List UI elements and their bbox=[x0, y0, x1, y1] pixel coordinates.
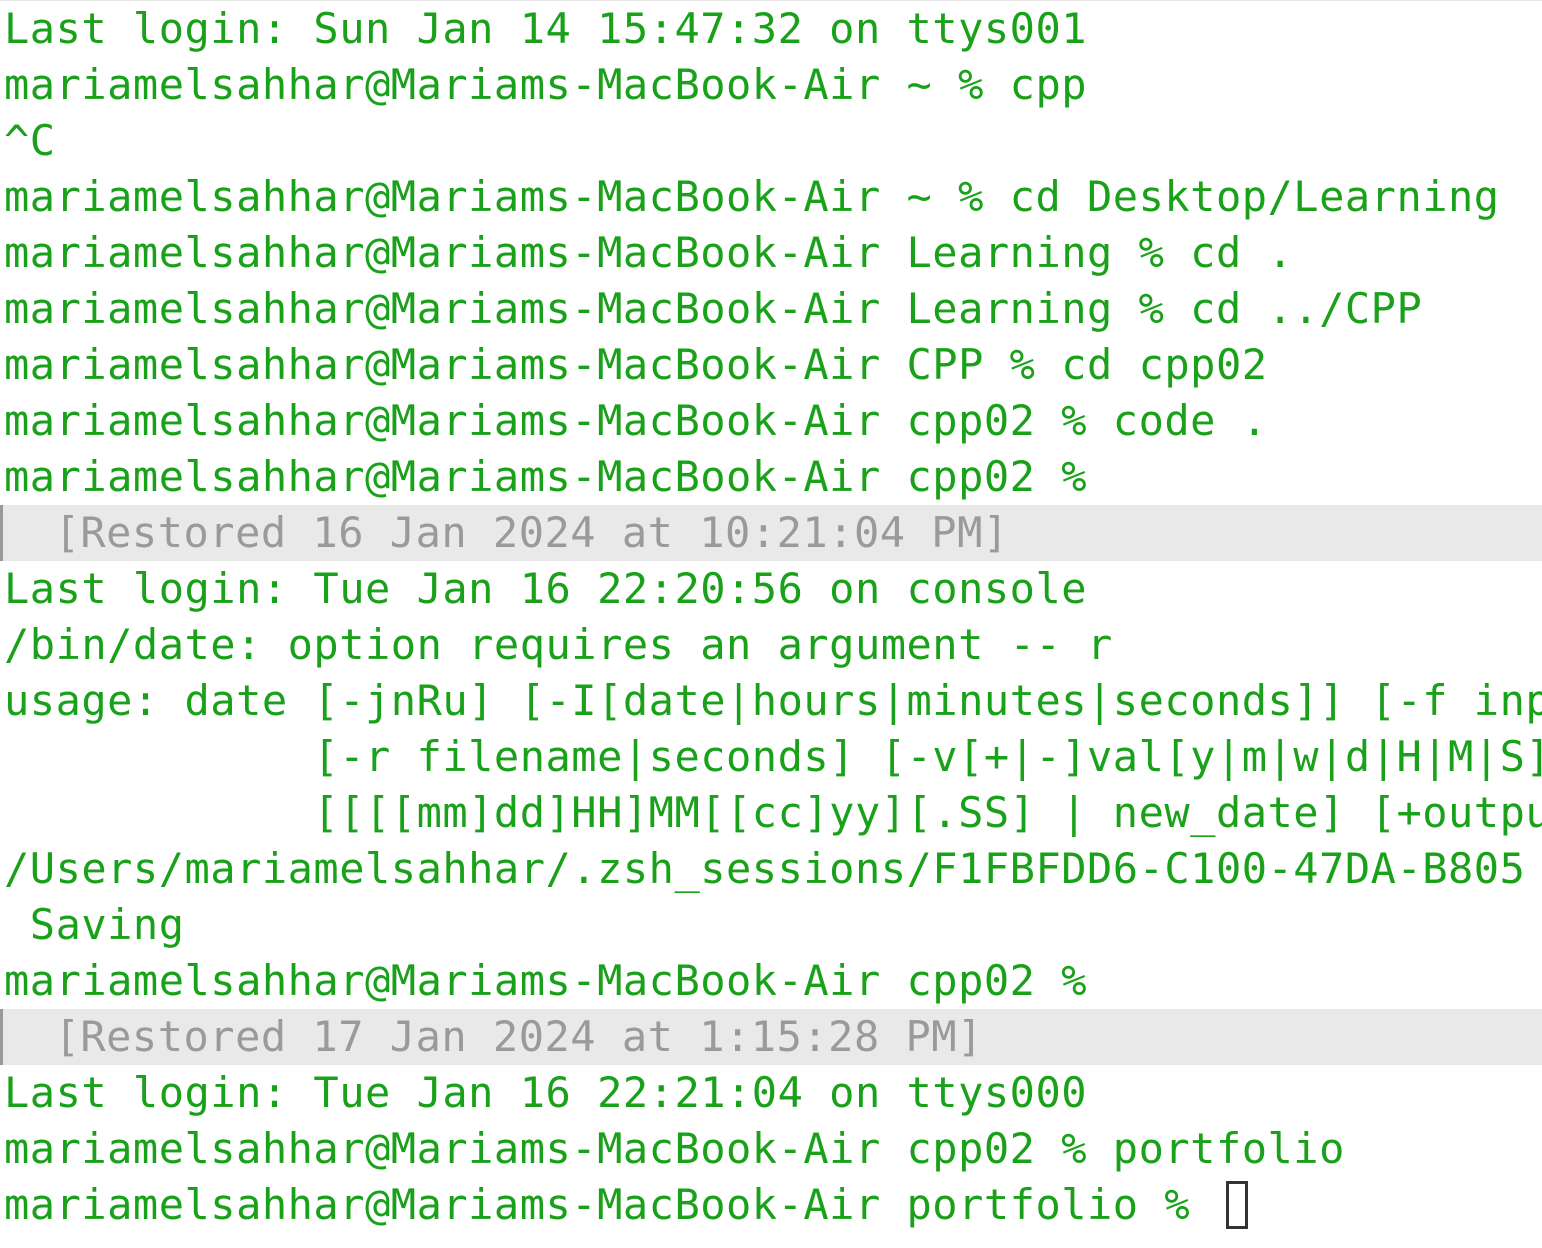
terminal-line-usage: usage: date [-jnRu] [-I[date|hours|minut… bbox=[4, 676, 1542, 725]
terminal-line-session-path: /Users/mariamelsahhar/.zsh_sessions/F1FB… bbox=[4, 844, 1526, 893]
terminal-line-usage: [-r filename|seconds] [-v[+|-]val[y|m|w|… bbox=[4, 732, 1542, 781]
terminal-line-command: mariamelsahhar@Mariams-MacBook-Air ~ % c… bbox=[4, 172, 1500, 221]
terminal-line-usage: [[[[mm]dd]HH]MM[[cc]yy][.SS] | new_date]… bbox=[4, 788, 1542, 837]
terminal-line-command: mariamelsahhar@Mariams-MacBook-Air Learn… bbox=[4, 284, 1423, 333]
restored-session-marker: [Restored 17 Jan 2024 at 1:15:28 PM] bbox=[0, 1009, 1542, 1065]
terminal-window[interactable]: Last login: Sun Jan 14 15:47:32 on ttys0… bbox=[0, 0, 1542, 1248]
text-cursor bbox=[1225, 1180, 1248, 1229]
restored-session-marker: [Restored 16 Jan 2024 at 10:21:04 PM] bbox=[0, 505, 1542, 561]
terminal-line-last-login: Last login: Tue Jan 16 22:20:56 on conso… bbox=[4, 564, 1088, 613]
terminal-line-last-login: Last login: Sun Jan 14 15:47:32 on ttys0… bbox=[4, 4, 1088, 53]
terminal-line-command: mariamelsahhar@Mariams-MacBook-Air ~ % c… bbox=[4, 60, 1088, 109]
terminal-line-active-prompt[interactable]: mariamelsahhar@Mariams-MacBook-Air portf… bbox=[0, 1177, 1542, 1233]
terminal-line-command: mariamelsahhar@Mariams-MacBook-Air CPP %… bbox=[4, 340, 1268, 389]
terminal-line-prompt: mariamelsahhar@Mariams-MacBook-Air cpp02… bbox=[4, 956, 1088, 1005]
terminal-line-interrupt: ^C bbox=[4, 116, 56, 165]
terminal-line-prompt: mariamelsahhar@Mariams-MacBook-Air cpp02… bbox=[4, 452, 1088, 501]
terminal-line-saving: Saving bbox=[4, 900, 185, 949]
active-prompt-text: mariamelsahhar@Mariams-MacBook-Air portf… bbox=[4, 1180, 1216, 1229]
terminal-line-last-login: Last login: Tue Jan 16 22:21:04 on ttys0… bbox=[4, 1068, 1088, 1117]
terminal-line-command: mariamelsahhar@Mariams-MacBook-Air cpp02… bbox=[4, 1124, 1345, 1173]
terminal-line-error: /bin/date: option requires an argument -… bbox=[4, 620, 1113, 669]
terminal-line-command: mariamelsahhar@Mariams-MacBook-Air Learn… bbox=[4, 228, 1294, 277]
terminal-line-command: mariamelsahhar@Mariams-MacBook-Air cpp02… bbox=[4, 396, 1268, 445]
